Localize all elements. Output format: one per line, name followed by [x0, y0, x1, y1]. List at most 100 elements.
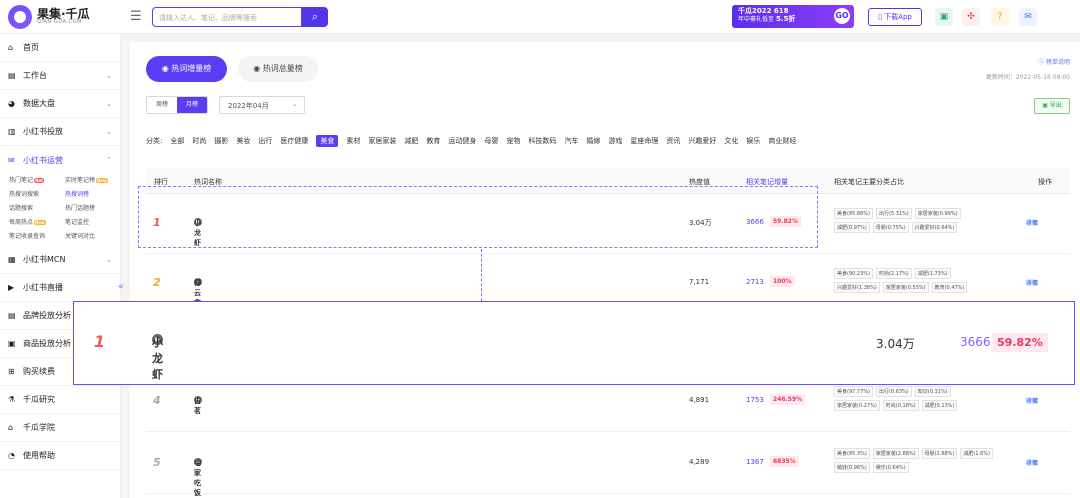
search-input[interactable]: 请输入达人、笔记、品牌等搜索 — [152, 6, 302, 27]
category-item[interactable]: 摄影 — [214, 136, 228, 146]
category-item-active[interactable]: 美食 — [316, 135, 339, 147]
promo-discount: 5.5折 — [775, 14, 796, 23]
week-option[interactable]: 周榜 — [147, 97, 177, 113]
trend-icon: ◉ — [161, 64, 172, 73]
home-icon: ⌂ — [8, 43, 14, 52]
chevron-down-icon: ⌄ — [106, 127, 112, 136]
sidebar-item-research[interactable]: ⚗ 千瓜研究 — [0, 386, 120, 414]
trend-icon: ◉ — [253, 64, 263, 73]
workbench-icon: ▤ — [8, 71, 16, 80]
category-item[interactable]: 文化 — [724, 136, 738, 146]
sidebar-item-live[interactable]: ▶ 小红书直播 — [0, 274, 120, 302]
operation-submenu: 热门笔记 Hot 实时笔记榜 New 热搜词搜索 热搜词榜 话题搜索 热门话题榜 每… — [0, 174, 120, 246]
highlight-source-outline — [138, 186, 818, 248]
category-item[interactable]: 全部 — [170, 136, 184, 146]
category-item[interactable]: 美妆 — [236, 136, 250, 146]
sidebar-item-academy[interactable]: ⌂ 千瓜学院 — [0, 414, 120, 442]
sidebar-item-mcn[interactable]: ▦ 小红书MCN ⌄ — [0, 246, 120, 274]
data-icon: ◕ — [8, 99, 15, 108]
brand-icon: ▤ — [8, 311, 16, 320]
sidebar-item-operation[interactable]: ✉ 小红书运营 ⌃ — [0, 146, 120, 174]
category-item[interactable]: 游戏 — [608, 136, 622, 146]
chevron-up-icon: ⌃ — [106, 156, 112, 164]
cart-icon: ⊞ — [8, 367, 15, 376]
submenu-item[interactable]: 热门笔记 Hot — [9, 175, 65, 184]
sidebar-item-home[interactable]: ⌂ 首页 — [0, 34, 120, 62]
category-item[interactable]: 娱乐 — [746, 136, 760, 146]
search-button[interactable]: ⌕ — [302, 6, 328, 27]
category-item[interactable]: 出行 — [258, 136, 272, 146]
detail-button[interactable]: 详情 — [1026, 218, 1038, 227]
period-switch[interactable]: 周榜 月榜 — [146, 96, 208, 114]
category-filter: 分类: 全部 时尚 摄影 美妆 出行 医疗健康 美食 素材 家居家装 减肥 教育 运动健身 母婴 宠物 科技… — [146, 135, 804, 147]
menu-toggle-icon[interactable]: ☰ — [130, 9, 146, 24]
sidebar-item-workbench[interactable]: ▤ 工作台 ⌄ — [0, 62, 120, 90]
zoomed-row-callout: 1 ▶ 小龙虾 3.04万 3666 59.82% — [73, 301, 1075, 385]
update-time: 更新时间：2022-05-16 08:00 — [985, 74, 1070, 81]
logo-subtitle: QIAN-GUA.COM — [37, 19, 82, 25]
top-bar: 果集·千瓜 QIAN-GUA.COM ☰ 请输入达人、笔记、品牌等搜索 ⌕ 千瓜… — [0, 0, 1080, 34]
detail-button[interactable]: 详情 — [1026, 278, 1038, 287]
chevron-down-icon: ⌄ — [292, 100, 298, 108]
category-item[interactable]: 教育 — [426, 136, 440, 146]
tab-total-rank[interactable]: ◉ 热词总量榜 — [238, 56, 318, 82]
category-item[interactable]: 医疗健康 — [280, 136, 308, 146]
export-button[interactable]: ▣ 导出 — [1034, 98, 1070, 114]
promo-banner[interactable]: 千瓜2022 618 年中豪礼低至 5.5折 GO — [732, 5, 854, 28]
excel-icon: ▣ — [1042, 102, 1050, 109]
category-item[interactable]: 素材 — [346, 136, 360, 146]
promo-go-button[interactable]: GO — [834, 8, 850, 24]
download-app-button[interactable]: ▯ 下载App — [868, 8, 922, 26]
chevron-down-icon: ⌄ — [106, 71, 112, 80]
category-item[interactable]: 汽车 — [564, 136, 578, 146]
category-item[interactable]: 资讯 — [666, 136, 680, 146]
category-item[interactable]: 星座命理 — [630, 136, 658, 146]
category-item[interactable]: 时尚 — [192, 136, 206, 146]
submenu-item[interactable]: 热搜词搜索 — [9, 189, 65, 198]
logo[interactable]: 果集·千瓜 QIAN-GUA.COM — [8, 4, 118, 29]
shop-icon[interactable]: ▣ — [935, 8, 953, 26]
detail-button[interactable]: 详情 — [1026, 458, 1038, 467]
help-icon[interactable]: ? — [991, 8, 1009, 26]
sidebar: ⌂ 首页 ▤ 工作台 ⌄ ◕ 数据大盘 ⌄ ▥ 小红书投放 ⌄ ✉ 小红书运营 ⌃ 热门笔记 Hot… — [0, 34, 121, 498]
operation-icon: ✉ — [8, 155, 15, 165]
ad-icon: ▥ — [8, 127, 16, 136]
submenu-item[interactable]: 笔记收录查询 — [9, 231, 65, 240]
category-item[interactable]: 家居家装 — [368, 136, 396, 146]
month-select[interactable]: 2022年04月 ⌄ — [219, 96, 305, 114]
download-label: 下载App — [884, 13, 912, 21]
goods-icon: ▣ — [8, 339, 16, 348]
month-option[interactable]: 月榜 — [177, 97, 207, 113]
submenu-item[interactable]: 热搜词榜 — [65, 189, 121, 198]
category-item[interactable]: 减肥 — [404, 136, 418, 146]
mail-icon[interactable]: ✉ — [1019, 8, 1037, 26]
promo-text: 年中豪礼低至 — [738, 15, 775, 23]
category-item[interactable]: 母婴 — [484, 136, 498, 146]
submenu-item[interactable]: 笔记监控 — [65, 217, 121, 226]
sidebar-item-help[interactable]: ◔ 使用帮助 — [0, 442, 120, 470]
category-item[interactable]: 运动健身 — [448, 136, 476, 146]
category-item[interactable]: 婚嫁 — [586, 136, 600, 146]
submenu-item[interactable]: 关键词对比 — [65, 231, 121, 240]
sidebar-item-ad[interactable]: ▥ 小红书投放 ⌄ — [0, 118, 120, 146]
category-label: 分类: — [146, 137, 163, 145]
chevron-down-icon: ⌄ — [106, 255, 112, 264]
category-item[interactable]: 宠物 — [506, 136, 520, 146]
research-icon: ⚗ — [8, 395, 16, 404]
sidebar-item-data[interactable]: ◕ 数据大盘 ⌄ — [0, 90, 120, 118]
category-item[interactable]: 商业财经 — [768, 136, 796, 146]
academy-icon: ⌂ — [8, 423, 14, 432]
rank-rule-link[interactable]: ⓘ 榜单说明 — [1038, 57, 1070, 66]
detail-button[interactable]: 详情 — [1026, 396, 1038, 405]
apps-icon[interactable]: ✣ — [962, 8, 980, 26]
submenu-item[interactable]: 实时笔记榜 New — [65, 175, 121, 184]
tab-increase-rank[interactable]: ◉ 热词增量榜 — [146, 56, 227, 82]
highlight-connector — [481, 249, 482, 301]
main-panel: ◉ 热词增量榜 ◉ 热词总量榜 ⓘ 榜单说明 更新时间：2022-05-16 0… — [130, 42, 1080, 498]
collapse-sidebar-button[interactable]: « — [118, 282, 124, 292]
category-item[interactable]: 科技数码 — [528, 136, 556, 146]
submenu-item[interactable]: 话题搜索 — [9, 203, 65, 212]
submenu-item[interactable]: 每周热点 New — [9, 217, 65, 226]
submenu-item[interactable]: 热门话题榜 — [65, 203, 121, 212]
category-item[interactable]: 兴趣爱好 — [688, 136, 716, 146]
